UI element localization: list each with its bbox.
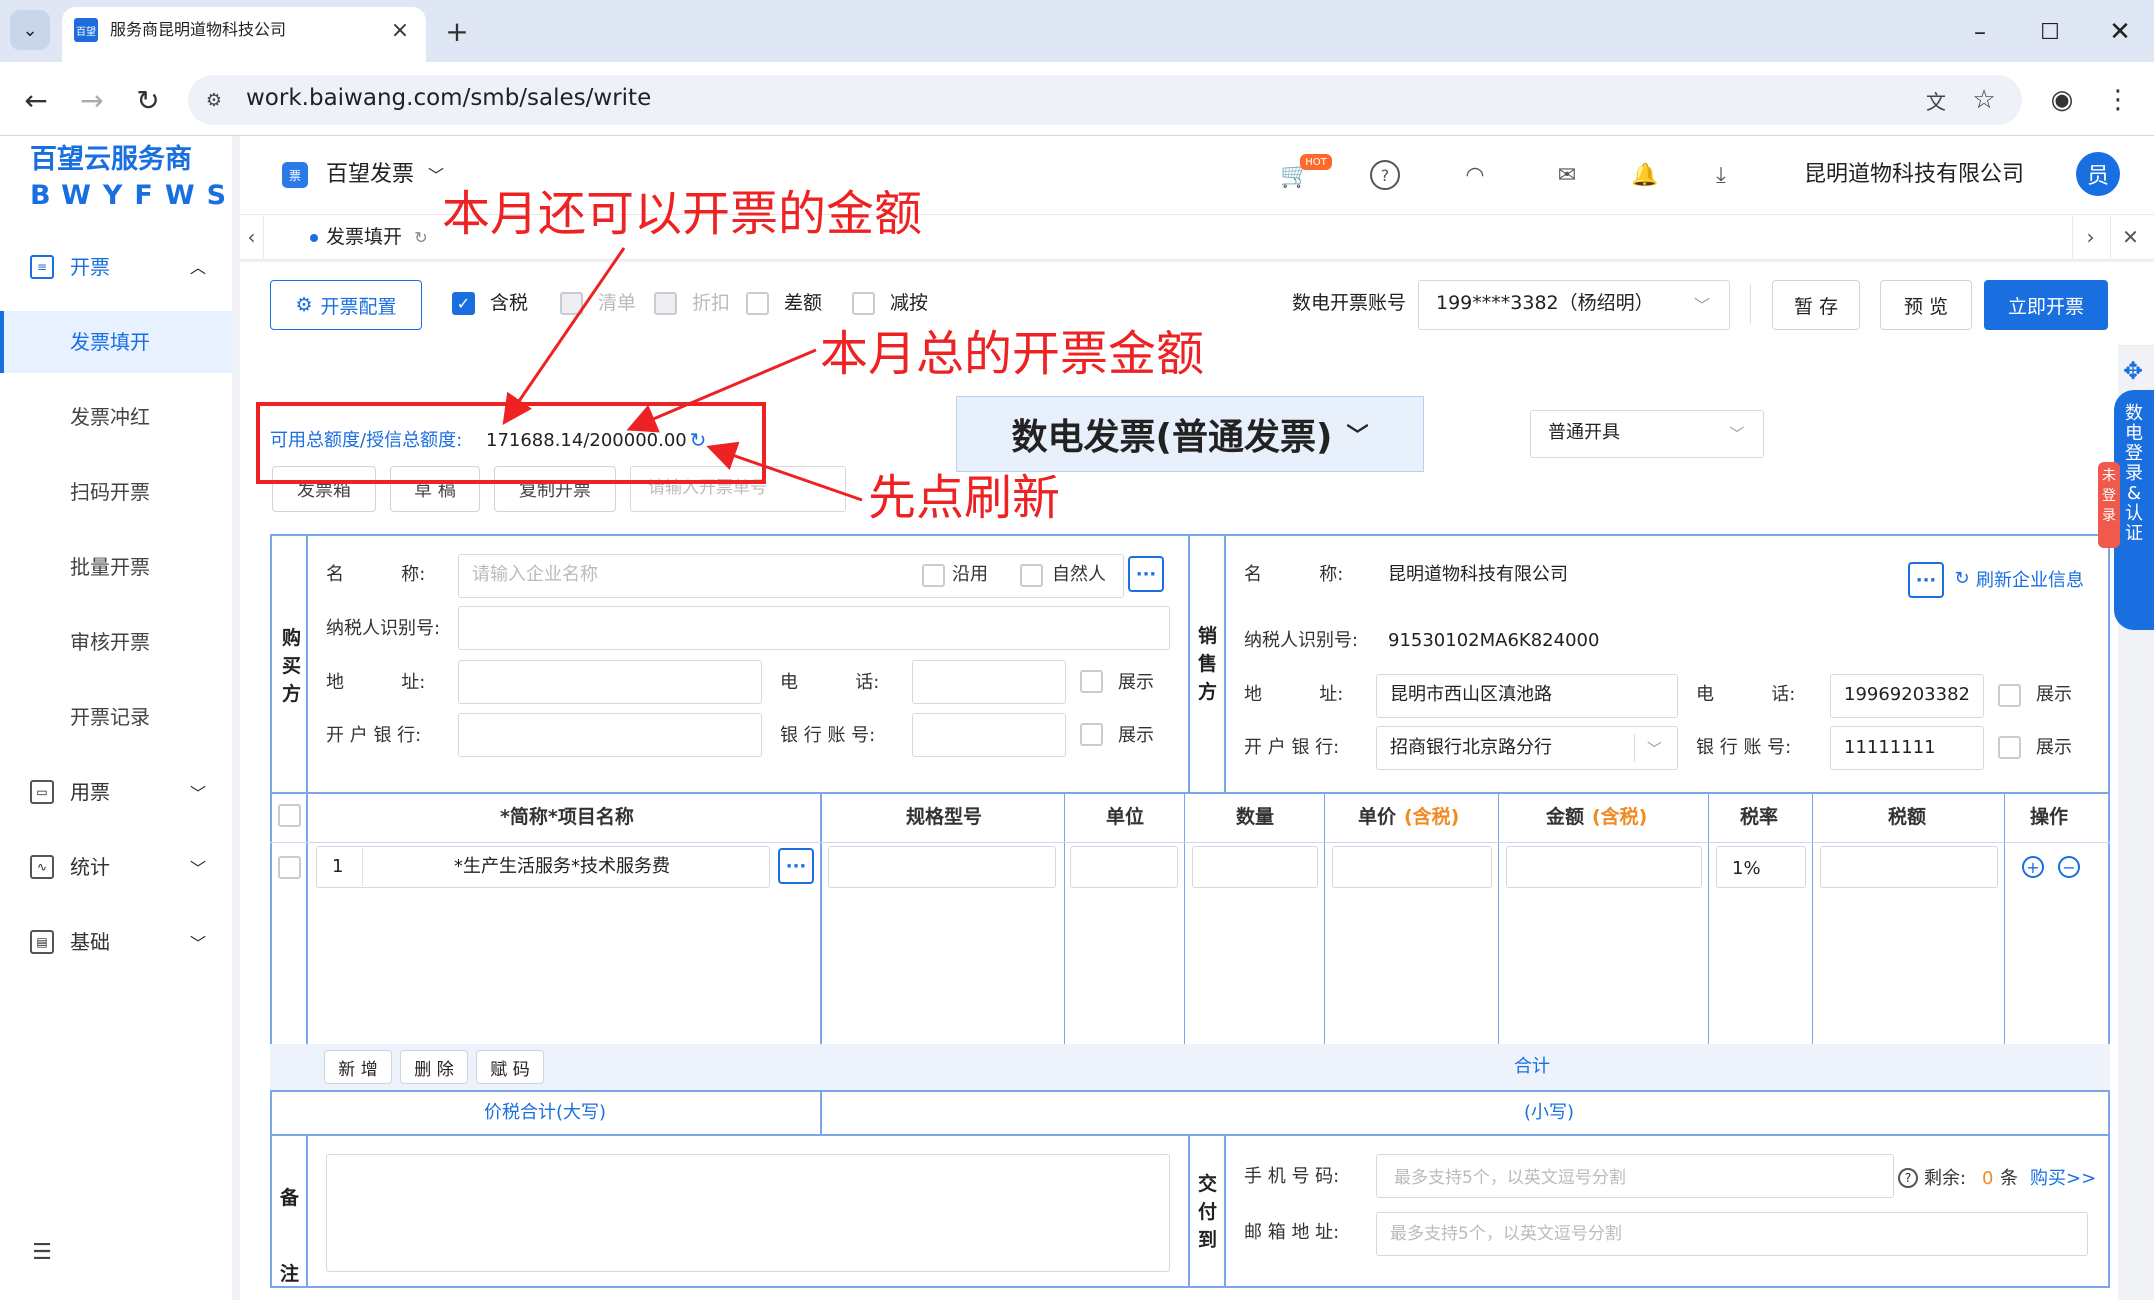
arrow-refresh — [706, 441, 863, 502]
arrow-remaining — [502, 247, 626, 425]
arrow-total — [626, 348, 817, 433]
annotation-arrows — [502, 247, 863, 502]
